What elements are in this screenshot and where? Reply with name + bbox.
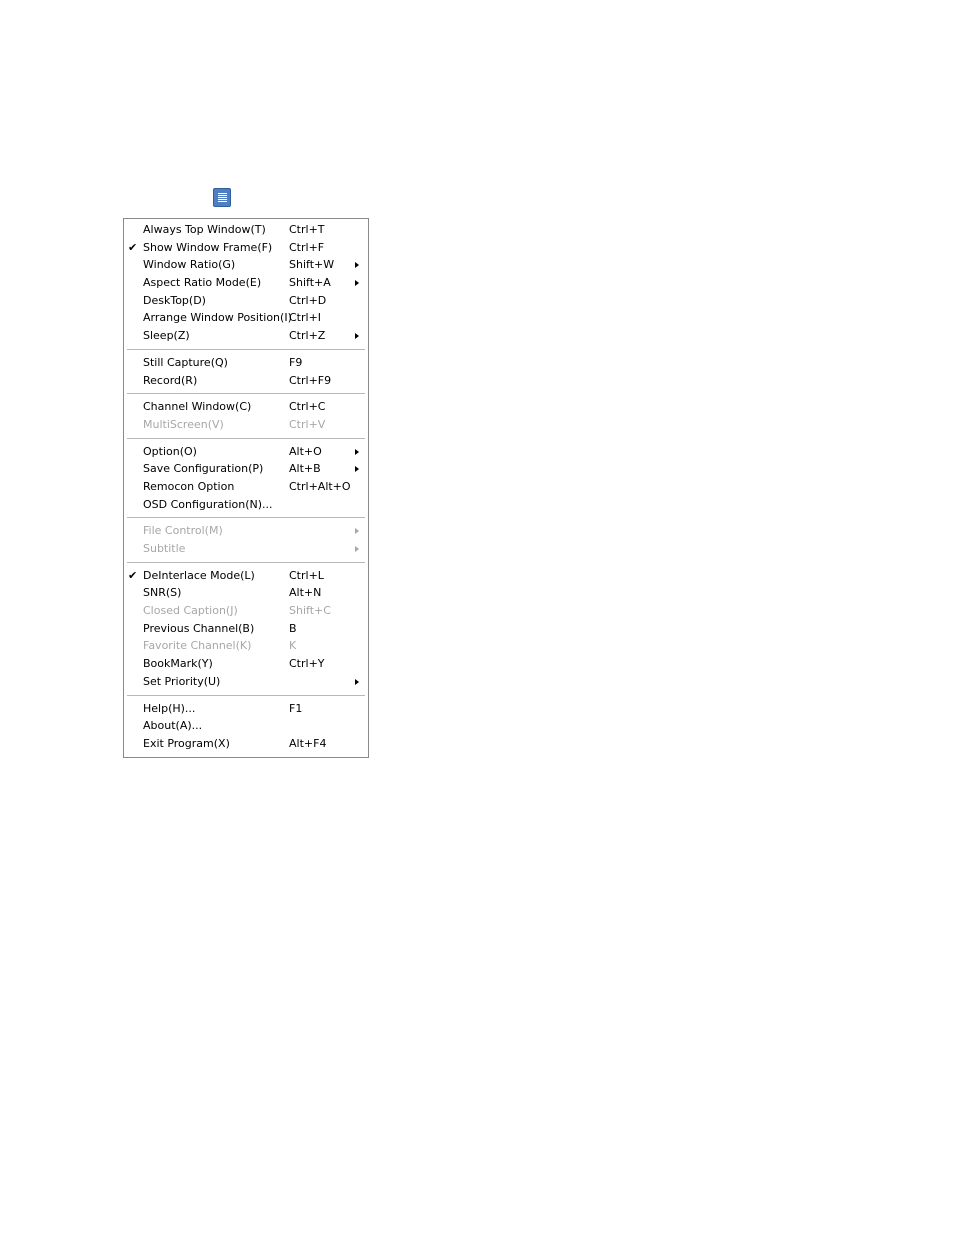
menu-item-shortcut: Shift+W	[289, 258, 335, 272]
submenu-arrow-icon	[355, 262, 359, 269]
menu-item[interactable]: Help(H)... F1	[124, 700, 368, 718]
menu-item-label: Exit Program(X)	[143, 736, 230, 750]
menu-item-label: Channel Window(C)	[143, 400, 252, 414]
menu-separator	[124, 434, 368, 443]
context-menu: Always Top Window(T) Ctrl+T ✔ Show Window F…	[123, 218, 369, 758]
menu-item-label: Always Top Window(T)	[143, 223, 266, 236]
menu-item-label: Help(H)...	[143, 701, 196, 715]
menu-item-shortcut: Alt+N	[289, 586, 322, 600]
menu-item-label: Record(R)	[143, 373, 198, 387]
menu-item-shortcut: Ctrl+Alt+O	[289, 479, 351, 493]
menu-item[interactable]: Save Configuration(P) Alt+B	[124, 460, 368, 478]
menu-item[interactable]: Always Top Window(T) Ctrl+T	[124, 221, 368, 239]
menu-item-shortcut: Ctrl+V	[289, 417, 326, 431]
menu-item-label: Show Window Frame(F)	[143, 240, 273, 254]
menu-item-label: Arrange Window Position(I)	[143, 311, 292, 325]
menu-item[interactable]: Record(R) Ctrl+F9	[124, 372, 368, 390]
menu-item-label: Subtitle	[143, 542, 186, 555]
menu-item[interactable]: SNR(S) Alt+N	[124, 584, 368, 602]
menu-item-label: OSD Configuration(N)...	[143, 497, 273, 511]
menu-item[interactable]: OSD Configuration(N)...	[124, 496, 368, 514]
checkmark-icon: ✔	[128, 568, 138, 582]
menu-item-label: Favorite Channel(K)	[143, 639, 252, 653]
menu-item[interactable]: ✔ Show Window Frame(F) Ctrl+F	[124, 239, 368, 257]
menu-item-shortcut: Ctrl+Z	[289, 329, 326, 343]
menu-item[interactable]: DeskTop(D) Ctrl+D	[124, 292, 368, 310]
menu-item-shortcut: Shift+A	[289, 276, 331, 290]
menu-item[interactable]: Previous Channel(B) B	[124, 620, 368, 638]
menu-item-label: Closed Caption(J)	[143, 604, 238, 618]
menu-item-shortcut: B	[289, 621, 297, 635]
menu-item-shortcut: Ctrl+T	[289, 223, 325, 236]
menu-item-shortcut: F9	[289, 355, 303, 369]
menu-item-label: File Control(M)	[143, 524, 223, 538]
submenu-arrow-icon	[355, 678, 359, 685]
menu-item-shortcut: Shift+C	[289, 604, 331, 618]
menu-item-label: Remocon Option	[143, 479, 235, 493]
menu-item: Subtitle	[124, 540, 368, 558]
menu-item-shortcut: Ctrl+F9	[289, 373, 332, 387]
menu-item[interactable]: Window Ratio(G) Shift+W	[124, 256, 368, 274]
menu-item[interactable]: Channel Window(C) Ctrl+C	[124, 398, 368, 416]
menu-button[interactable]	[213, 188, 231, 207]
menu-item-shortcut: Ctrl+Y	[289, 657, 325, 671]
submenu-arrow-icon	[355, 466, 359, 473]
menu-item-label: Set Priority(U)	[143, 674, 221, 688]
menu-item-label: DeskTop(D)	[143, 293, 206, 307]
menu-item-label: Window Ratio(G)	[143, 258, 236, 272]
checkmark-icon: ✔	[128, 240, 138, 254]
menu-item-label: SNR(S)	[143, 586, 182, 600]
menu-item-shortcut: Ctrl+C	[289, 400, 326, 414]
menu-item-label: DeInterlace Mode(L)	[143, 568, 255, 582]
menu-item-shortcut: K	[289, 639, 297, 653]
menu-item-label: Previous Channel(B)	[143, 621, 255, 635]
menu-item-shortcut: Ctrl+F	[289, 240, 325, 254]
submenu-arrow-icon	[355, 280, 359, 287]
menu-separator	[124, 513, 368, 522]
submenu-arrow-icon	[355, 546, 359, 552]
menu-item-label: BookMark(Y)	[143, 657, 213, 671]
menu-item[interactable]: Sleep(Z) Ctrl+Z	[124, 327, 368, 345]
menu-separator	[124, 345, 368, 354]
menu-separator	[124, 558, 368, 567]
menu-item[interactable]: Option(O) Alt+O	[124, 443, 368, 461]
menu-item-shortcut: Ctrl+L	[289, 568, 324, 582]
menu-item[interactable]: BookMark(Y) Ctrl+Y	[124, 655, 368, 673]
menu-item-label: MultiScreen(V)	[143, 417, 224, 431]
menu-item[interactable]: Still Capture(Q) F9	[124, 354, 368, 372]
menu-item-label: Still Capture(Q)	[143, 355, 228, 369]
menu-item: Closed Caption(J) Shift+C	[124, 602, 368, 620]
menu-item-shortcut: F1	[289, 701, 303, 715]
menu-item[interactable]: Remocon Option Ctrl+Alt+O	[124, 478, 368, 496]
submenu-arrow-icon	[355, 448, 359, 455]
menu-item-shortcut: Ctrl+I	[289, 311, 322, 325]
menu-item[interactable]: Set Priority(U)	[124, 673, 368, 691]
menu-item: Favorite Channel(K) K	[124, 637, 368, 655]
menu-item-shortcut: Ctrl+D	[289, 293, 327, 307]
menu-item-shortcut: Alt+B	[289, 462, 321, 476]
menu-separator	[124, 691, 368, 700]
submenu-arrow-icon	[355, 528, 359, 535]
menu-item: MultiScreen(V) Ctrl+V	[124, 416, 368, 434]
menu-separator	[124, 389, 368, 398]
menu-item-label: About(A)...	[143, 719, 203, 733]
menu-item: File Control(M)	[124, 522, 368, 540]
menu-item-shortcut: Alt+O	[289, 444, 322, 458]
menu-item[interactable]: About(A)...	[124, 717, 368, 735]
menu-item[interactable]: Arrange Window Position(I) Ctrl+I	[124, 309, 368, 327]
menu-item[interactable]: ✔ DeInterlace Mode(L) Ctrl+L	[124, 567, 368, 585]
menu-item-label: Sleep(Z)	[143, 329, 190, 343]
menu-item-label: Option(O)	[143, 444, 197, 458]
menu-item-label: Save Configuration(P)	[143, 462, 264, 476]
submenu-arrow-icon	[355, 333, 359, 340]
menu-item[interactable]: Aspect Ratio Mode(E) Shift+A	[124, 274, 368, 292]
menu-item[interactable]: Exit Program(X) Alt+F4	[124, 735, 368, 753]
menu-item-label: Aspect Ratio Mode(E)	[143, 276, 262, 290]
menu-item-shortcut: Alt+F4	[289, 736, 327, 750]
